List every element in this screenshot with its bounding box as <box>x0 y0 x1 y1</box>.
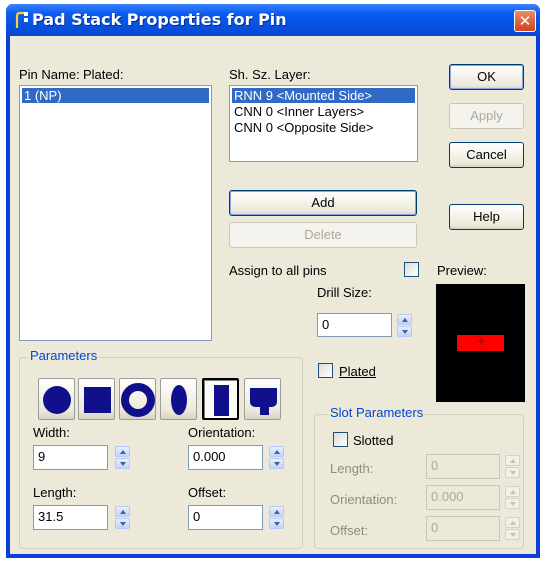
apply-button[interactable]: Apply <box>449 103 524 129</box>
spin-up-icon[interactable] <box>115 446 130 457</box>
width-label: Width: <box>33 425 70 440</box>
cancel-button[interactable]: Cancel <box>449 142 524 168</box>
add-button[interactable]: Add <box>229 190 417 216</box>
length-spinner[interactable] <box>115 506 130 529</box>
pad-preview: + <box>436 284 525 402</box>
assign-all-pins-label: Assign to all pins <box>229 263 327 278</box>
preview-label: Preview: <box>437 263 487 278</box>
pin-list-item[interactable]: 1 (NP) <box>22 88 209 103</box>
plated-header: Plated: <box>83 67 124 82</box>
drill-size-spinner[interactable] <box>397 314 412 337</box>
layer-list[interactable]: RNN 9 <Mounted Side> CNN 0 <Inner Layers… <box>229 85 418 162</box>
spin-up-icon[interactable] <box>397 314 412 325</box>
rectangle-pad-icon[interactable] <box>202 378 239 420</box>
help-button[interactable]: Help <box>449 204 524 230</box>
length-label: Length: <box>33 485 77 500</box>
spin-down-icon[interactable] <box>269 518 284 529</box>
layer-list-item[interactable]: RNN 9 <Mounted Side> <box>232 88 415 103</box>
drill-size-label: Drill Size: <box>317 285 372 300</box>
layer-list-item[interactable]: CNN 0 <Inner Layers> <box>232 104 415 119</box>
slot-length-input[interactable]: 0 <box>426 454 500 479</box>
spin-up-icon[interactable] <box>115 506 130 517</box>
offset-spinner[interactable] <box>269 506 284 529</box>
pin-list[interactable]: 1 (NP) <box>19 85 212 341</box>
width-input[interactable]: 9 <box>33 445 108 470</box>
assign-all-pins-checkbox[interactable] <box>404 262 419 277</box>
orientation-label: Orientation: <box>188 425 256 440</box>
ok-button[interactable]: OK <box>449 64 524 90</box>
slot-length-spinner[interactable] <box>505 455 520 478</box>
parameters-group-title: Parameters <box>28 348 100 363</box>
layer-list-header: Sh. Sz. Layer: <box>229 67 311 82</box>
round-pad-icon[interactable] <box>38 378 75 420</box>
preview-center-marker: + <box>476 334 487 348</box>
slot-offset-label: Offset: <box>330 523 369 538</box>
dialog-window: Pad Stack Properties for Pin ✕ Pin Name:… <box>6 4 540 558</box>
pin-name-header: Pin Name: <box>19 67 80 82</box>
drill-size-input[interactable]: 0 <box>317 313 392 337</box>
pad-stack-app-icon <box>15 11 28 28</box>
dialog-client: Pin Name: Plated: 1 (NP) Sh. Sz. Layer: … <box>10 36 536 554</box>
slotted-checkbox[interactable] <box>333 432 348 447</box>
spin-down-icon[interactable] <box>505 467 520 478</box>
slot-orientation-input[interactable]: 0.000 <box>426 485 500 510</box>
slot-offset-spinner[interactable] <box>505 517 520 540</box>
slot-orientation-spinner[interactable] <box>505 486 520 509</box>
spin-down-icon[interactable] <box>115 458 130 469</box>
offset-input[interactable]: 0 <box>188 505 263 530</box>
slot-parameters-group-title: Slot Parameters <box>328 405 426 420</box>
oval-pad-icon[interactable] <box>160 378 197 420</box>
close-button[interactable]: ✕ <box>514 10 536 32</box>
spin-up-icon[interactable] <box>269 506 284 517</box>
layer-list-item[interactable]: CNN 0 <Opposite Side> <box>232 120 415 135</box>
spin-down-icon[interactable] <box>505 498 520 509</box>
spin-down-icon[interactable] <box>269 458 284 469</box>
plated-checkbox[interactable] <box>318 363 333 378</box>
spin-down-icon[interactable] <box>115 518 130 529</box>
orientation-input[interactable]: 0.000 <box>188 445 263 470</box>
width-spinner[interactable] <box>115 446 130 469</box>
spin-up-icon[interactable] <box>505 517 520 528</box>
delete-button[interactable]: Delete <box>229 222 417 248</box>
spin-down-icon[interactable] <box>505 529 520 540</box>
slotted-label: Slotted <box>353 433 394 448</box>
spin-up-icon[interactable] <box>505 486 520 497</box>
square-pad-icon[interactable] <box>78 378 115 420</box>
spin-up-icon[interactable] <box>505 455 520 466</box>
custom-pad-icon[interactable] <box>244 378 281 420</box>
offset-label: Offset: <box>188 485 227 500</box>
slot-length-label: Length: <box>330 461 374 476</box>
orientation-spinner[interactable] <box>269 446 284 469</box>
plated-label: Plated <box>339 364 376 379</box>
spin-down-icon[interactable] <box>397 326 412 337</box>
slot-offset-input[interactable]: 0 <box>426 516 500 541</box>
window-title: Pad Stack Properties for Pin <box>32 10 287 29</box>
annular-ring-icon[interactable] <box>119 378 156 420</box>
slot-orientation-label: Orientation: <box>330 492 398 507</box>
spin-up-icon[interactable] <box>269 446 284 457</box>
length-input[interactable]: 31.5 <box>33 505 108 530</box>
title-bar[interactable]: Pad Stack Properties for Pin ✕ <box>6 4 540 36</box>
